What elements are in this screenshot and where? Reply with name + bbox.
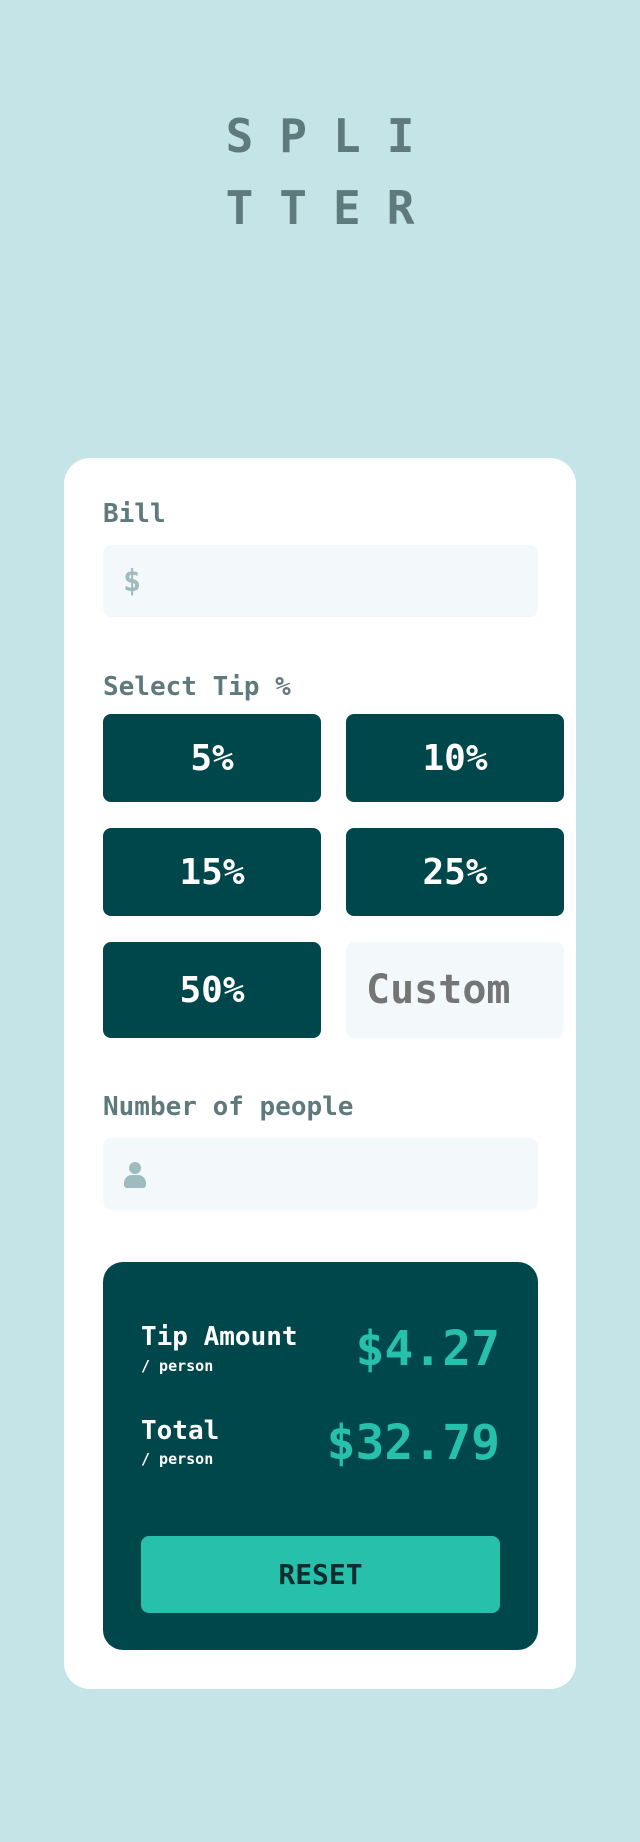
select-tip-label: Select Tip % bbox=[103, 672, 291, 702]
calculator-card: Bill $ Select Tip % 5% 10% 15% 25% 50% N… bbox=[64, 458, 576, 1689]
tip-amount-value: $4.27 bbox=[355, 1321, 501, 1377]
bill-field: $ bbox=[103, 545, 538, 619]
total-sublabel: / person bbox=[141, 1450, 214, 1468]
tip-amount-sublabel: / person bbox=[141, 1357, 214, 1375]
tip-amount-label: Tip Amount bbox=[141, 1322, 298, 1352]
tip-button-5[interactable]: 5% bbox=[103, 714, 321, 802]
number-of-people-label: Number of people bbox=[103, 1092, 354, 1122]
app-logo: SPLI TTER bbox=[0, 100, 640, 244]
people-input[interactable] bbox=[159, 1138, 520, 1212]
bill-input[interactable] bbox=[159, 545, 520, 619]
people-field bbox=[103, 1138, 538, 1212]
logo-line-2: TTER bbox=[225, 181, 441, 235]
total-label: Total bbox=[141, 1416, 220, 1446]
custom-tip-input[interactable] bbox=[346, 942, 564, 1038]
total-value: $32.79 bbox=[326, 1415, 500, 1471]
reset-button[interactable]: RESET bbox=[141, 1536, 500, 1613]
tip-button-10[interactable]: 10% bbox=[346, 714, 564, 802]
tip-button-25[interactable]: 25% bbox=[346, 828, 564, 916]
tip-button-50[interactable]: 50% bbox=[103, 942, 321, 1038]
bill-label: Bill bbox=[103, 499, 166, 529]
person-icon bbox=[124, 1162, 146, 1188]
tip-button-15[interactable]: 15% bbox=[103, 828, 321, 916]
logo-line-1: SPLI bbox=[225, 109, 441, 163]
dollar-icon: $ bbox=[123, 563, 142, 599]
results-panel: Tip Amount / person $4.27 Total / person… bbox=[103, 1262, 538, 1650]
